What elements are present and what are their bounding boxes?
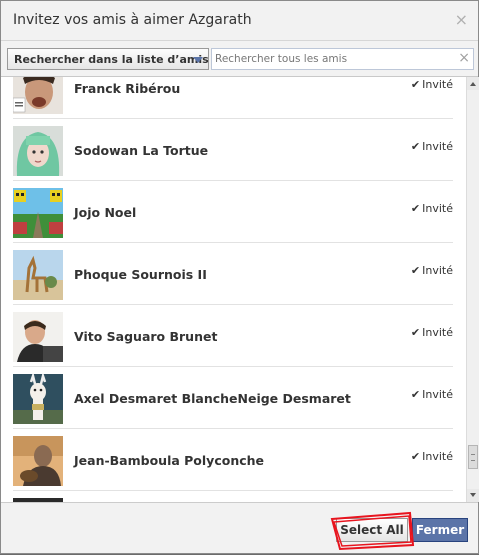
friend-name: Franck Ribérou — [74, 81, 181, 96]
invited-label: Invité — [422, 78, 453, 91]
avatar — [13, 126, 63, 176]
friend-name: Axel Desmaret BlancheNeige Desmaret — [74, 391, 351, 406]
friend-name: Jean-Bamboula Polyconche — [74, 453, 265, 468]
invited-label: Invité — [422, 326, 453, 339]
checkmark-icon: ✔ — [410, 202, 421, 215]
invited-label: Invité — [422, 450, 453, 463]
close-button[interactable]: Fermer — [412, 518, 468, 542]
friend-row[interactable]: Vito Saguaro Brunet ✔ Invité — [13, 305, 453, 367]
friend-name: Vito Saguaro Brunet — [74, 329, 218, 344]
friend-name: Sodowan La Tortue — [74, 143, 209, 158]
search-bar: Rechercher dans la liste d’amis × — [1, 41, 478, 77]
friend-list-filter-dropdown[interactable]: Rechercher dans la liste d’amis — [7, 48, 209, 70]
avatar — [13, 312, 63, 362]
invited-status: ✔ Invité — [411, 264, 453, 277]
invited-status: ✔ Invité — [411, 78, 453, 91]
invited-label: Invité — [422, 140, 453, 153]
friend-name: Phoque Sournois II — [74, 267, 207, 282]
invite-friends-dialog: Invitez vos amis à aimer Azgarath × Rech… — [0, 0, 479, 554]
invited-status: ✔ Invité — [411, 388, 453, 401]
checkmark-icon: ✔ — [410, 264, 421, 277]
avatar — [13, 374, 63, 424]
friend-row[interactable]: Jean-Bamboula Polyconche ✔ Invité — [13, 429, 453, 491]
filter-label: Rechercher dans la liste d’amis — [14, 53, 209, 66]
checkmark-icon: ✔ — [410, 140, 421, 153]
avatar — [13, 77, 63, 114]
invited-status: ✔ Invité — [411, 140, 453, 153]
checkmark-icon: ✔ — [410, 326, 421, 339]
friend-row[interactable]: Axel Desmaret BlancheNeige Desmaret ✔ Inv… — [13, 367, 453, 429]
list-scrollbar[interactable] — [466, 77, 479, 502]
scroll-up-arrow-icon[interactable] — [467, 77, 479, 90]
search-input[interactable] — [212, 49, 457, 69]
scrollbar-thumb[interactable] — [468, 445, 478, 469]
scroll-down-arrow-icon[interactable] — [467, 489, 479, 502]
friend-row[interactable]: Franck Ribérou ✔ Invité — [13, 77, 453, 119]
friend-row[interactable]: Sodowan La Tortue ✔ Invité — [13, 119, 453, 181]
friend-row[interactable] — [13, 491, 453, 502]
checkmark-icon: ✔ — [410, 78, 421, 91]
select-all-button[interactable]: Select All — [336, 518, 408, 542]
search-box: × — [211, 48, 474, 70]
invited-label: Invité — [422, 202, 453, 215]
dropdown-caret-icon — [193, 57, 203, 63]
friend-row[interactable]: Jojo Noel ✔ Invité — [13, 181, 453, 243]
avatar — [13, 436, 63, 486]
dialog-title: Invitez vos amis à aimer Azgarath — [13, 12, 252, 28]
close-icon[interactable]: × — [455, 11, 468, 29]
invited-label: Invité — [422, 264, 453, 277]
checkmark-icon: ✔ — [410, 388, 421, 401]
avatar — [13, 188, 63, 238]
avatar — [13, 250, 63, 300]
friend-list[interactable]: Franck Ribérou ✔ Invité Sodowan La Tortue… — [1, 77, 466, 502]
clear-search-icon[interactable]: × — [458, 50, 470, 66]
invited-label: Invité — [422, 388, 453, 401]
checkmark-icon: ✔ — [410, 450, 421, 463]
friend-row[interactable]: Phoque Sournois II ✔ Invité — [13, 243, 453, 305]
invited-status: ✔ Invité — [411, 450, 453, 463]
friend-name: Jojo Noel — [74, 205, 137, 220]
invited-status: ✔ Invité — [411, 202, 453, 215]
dialog-footer: Select All Fermer — [1, 502, 478, 553]
dialog-header: Invitez vos amis à aimer Azgarath × — [1, 1, 478, 41]
invited-status: ✔ Invité — [411, 326, 453, 339]
